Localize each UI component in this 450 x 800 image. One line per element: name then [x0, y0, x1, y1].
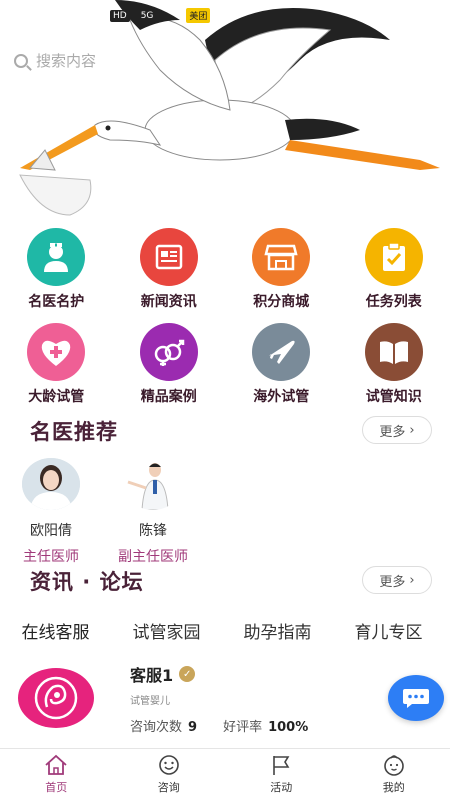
grid-label: 名医名护 — [28, 294, 85, 310]
doctor-name: 陈锋 — [139, 523, 167, 539]
grid-item-points-mall[interactable]: 积分商城 — [225, 228, 338, 311]
service-title[interactable]: 客服1 ✓ — [130, 662, 196, 686]
service-stats: 咨询次数 9 好评率 100% — [130, 716, 308, 735]
feature-grid: 名医名护 新闻资讯 积分商城 任务列表 大龄试管 精品案例 海外试管 试管知识 — [0, 228, 450, 406]
consult-label: 咨询次数 — [130, 720, 183, 735]
store-icon — [252, 228, 311, 286]
rating-value: 100% — [268, 720, 309, 735]
newspaper-icon — [139, 228, 198, 286]
forum-section-title: 资讯 · 论坛 — [30, 570, 144, 594]
doctors-more-button[interactable]: 更多 › — [362, 416, 432, 444]
tab-online-service[interactable]: 在线客服 — [22, 618, 90, 643]
hd-indicator: HD — [110, 9, 130, 22]
grid-item-news[interactable]: 新闻资讯 — [113, 228, 226, 311]
clipboard-icon — [364, 228, 423, 286]
smile-icon — [158, 755, 179, 775]
doctors-section-title: 名医推荐 — [30, 420, 118, 444]
grid-item-ivf-knowledge[interactable]: 试管知识 — [338, 323, 450, 406]
doctor-avatar — [124, 458, 182, 510]
nav-label: 咨询 — [157, 781, 180, 794]
grid-item-task-list[interactable]: 任务列表 — [338, 228, 450, 311]
book-icon — [364, 323, 423, 381]
nav-label: 我的 — [382, 781, 405, 794]
chevron-right-icon: › — [409, 572, 415, 588]
hero-banner: HD 5G 美团 搜索内容 — [0, 0, 450, 218]
doctor-avatar — [22, 458, 80, 510]
tab-ivf-home[interactable]: 试管家园 — [133, 618, 201, 643]
nav-activity[interactable]: 活动 — [241, 754, 321, 795]
service-subtitle: 试管婴儿 — [130, 696, 170, 707]
home-icon — [45, 754, 67, 775]
doctor-role: 副主任医师 — [118, 549, 188, 565]
nav-mine[interactable]: 我的 — [354, 754, 434, 795]
stork-illustration — [19, 0, 440, 216]
grid-item-famous-doctors[interactable]: 名医名护 — [0, 228, 113, 311]
grid-label: 新闻资讯 — [140, 294, 197, 310]
consult-count: 咨询次数 9 — [130, 716, 197, 735]
tab-parenting[interactable]: 育儿专区 — [355, 618, 423, 643]
nav-consult[interactable]: 咨询 — [129, 754, 209, 795]
forum-more-button[interactable]: 更多 › — [362, 566, 432, 594]
doctor-name: 欧阳倩 — [30, 523, 72, 539]
airplane-icon — [252, 323, 311, 381]
nurse-icon — [27, 228, 86, 286]
more-label: 更多 — [379, 424, 406, 440]
grid-label: 试管知识 — [365, 389, 422, 405]
status-bar: HD 5G 美团 — [110, 8, 211, 23]
search-icon — [14, 53, 28, 68]
doctor-role: 主任医师 — [23, 549, 79, 565]
flag-icon — [273, 756, 290, 775]
forum-tabs: 在线客服 试管家园 助孕指南 育儿专区 — [0, 618, 450, 643]
verified-badge-icon: ✓ — [179, 666, 196, 682]
doctor-card[interactable]: 陈锋 副主任医师 — [98, 458, 208, 566]
grid-label: 积分商城 — [253, 294, 310, 310]
doctor-card[interactable]: 欧阳倩 主任医师 — [0, 458, 106, 566]
grid-label: 大龄试管 — [28, 389, 85, 405]
search-placeholder: 搜索内容 — [36, 52, 97, 70]
rating: 好评率 100% — [223, 716, 308, 735]
rating-label: 好评率 — [223, 720, 263, 735]
chevron-right-icon: › — [409, 422, 415, 438]
gender-icon — [139, 323, 198, 381]
service-logo[interactable] — [18, 668, 94, 728]
search-bar[interactable]: 搜索内容 — [14, 50, 96, 71]
service-name: 客服1 — [130, 666, 174, 685]
grid-item-overseas-ivf[interactable]: 海外试管 — [225, 323, 338, 406]
tab-fertility-guide[interactable]: 助孕指南 — [244, 618, 312, 643]
grid-item-older-ivf[interactable]: 大龄试管 — [0, 323, 113, 406]
nav-label: 活动 — [270, 781, 293, 794]
grid-item-case-studies[interactable]: 精品案例 — [113, 323, 226, 406]
grid-label: 精品案例 — [140, 389, 197, 405]
grid-label: 任务列表 — [365, 294, 422, 310]
chat-bubble-icon[interactable] — [388, 675, 444, 721]
signal-indicator: 5G — [137, 9, 157, 22]
app-indicator: 美团 — [186, 8, 211, 23]
grid-label: 海外试管 — [253, 389, 310, 405]
bottom-nav: 首页 咨询 活动 我的 — [0, 748, 450, 800]
heart-plus-icon — [27, 323, 86, 381]
baby-face-icon — [383, 755, 404, 776]
nav-home[interactable]: 首页 — [16, 754, 96, 795]
more-label: 更多 — [379, 574, 406, 590]
consult-value: 9 — [188, 720, 198, 735]
nav-label: 首页 — [45, 781, 68, 794]
